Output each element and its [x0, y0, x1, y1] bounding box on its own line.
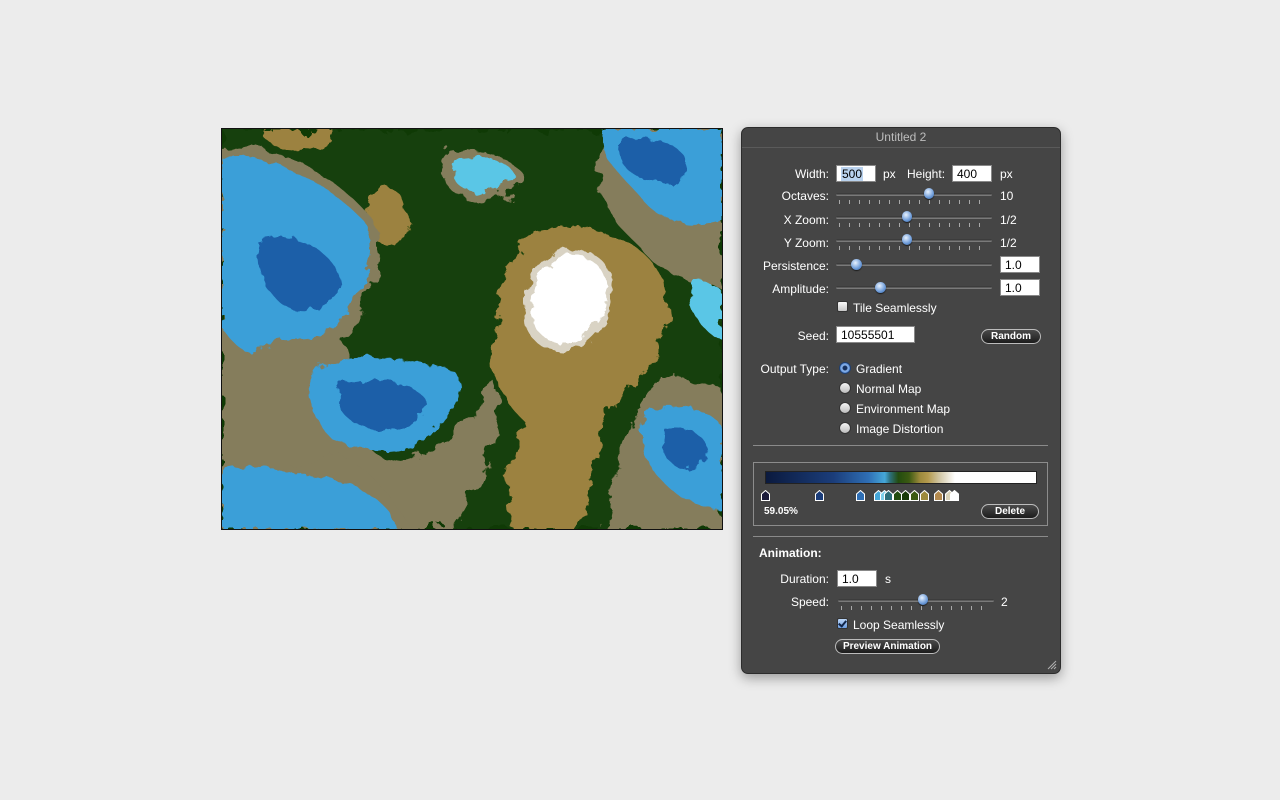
- gradient-stop-marker[interactable]: [934, 490, 943, 501]
- output-type-label: Output Type:: [760, 362, 830, 376]
- height-unit: px: [1000, 167, 1013, 181]
- terrain-render: [222, 129, 722, 529]
- image-distortion-radio[interactable]: [839, 422, 851, 434]
- gradient-editor: 59.05% Delete: [753, 462, 1048, 526]
- animation-heading: Animation:: [759, 546, 822, 560]
- x-zoom-value: 1/2: [1000, 213, 1017, 227]
- height-label: Height:: [907, 167, 946, 181]
- persistence-slider-knob[interactable]: [851, 259, 862, 270]
- terrain-preview-image: [221, 128, 723, 530]
- x-zoom-slider[interactable]: [836, 211, 992, 227]
- amplitude-slider[interactable]: [836, 281, 992, 297]
- gradient-radio[interactable]: [839, 362, 851, 374]
- window-title: Untitled 2: [875, 130, 927, 144]
- generator-panel: Untitled 2 Width: 500 px Height: 400 px …: [741, 127, 1061, 674]
- width-field[interactable]: 500: [836, 165, 876, 182]
- panel-titlebar[interactable]: Untitled 2: [742, 128, 1060, 148]
- x-zoom-slider-knob[interactable]: [902, 211, 912, 222]
- x-zoom-label: X Zoom:: [783, 213, 829, 227]
- gradient-stop-marker[interactable]: [910, 490, 919, 501]
- width-unit: px: [883, 167, 896, 181]
- persistence-field[interactable]: 1.0: [1000, 256, 1040, 273]
- environment-map-radio[interactable]: [839, 402, 851, 414]
- loop-seamlessly-label: Loop Seamlessly: [853, 618, 945, 632]
- octaves-label: Octaves:: [781, 189, 829, 203]
- gradient-stop-marker[interactable]: [761, 490, 770, 501]
- tile-seamlessly-label: Tile Seamlessly: [853, 301, 937, 315]
- amplitude-field[interactable]: 1.0: [1000, 279, 1040, 296]
- random-button[interactable]: Random: [981, 329, 1041, 344]
- speed-slider[interactable]: [838, 594, 994, 610]
- gradient-stop-marker[interactable]: [920, 490, 929, 501]
- octaves-slider-knob[interactable]: [924, 188, 934, 199]
- y-zoom-slider-knob[interactable]: [902, 234, 912, 245]
- normal-map-radio[interactable]: [839, 382, 851, 394]
- gradient-stop-marker[interactable]: [856, 490, 865, 501]
- gradient-stop-marker[interactable]: [884, 490, 893, 501]
- speed-value: 2: [1001, 595, 1008, 609]
- delete-stop-button[interactable]: Delete: [981, 504, 1039, 519]
- width-label: Width:: [794, 167, 829, 181]
- image-distortion-option-label: Image Distortion: [856, 422, 944, 436]
- loop-seamlessly-checkbox[interactable]: [837, 618, 848, 629]
- separator: [753, 445, 1048, 446]
- persistence-slider[interactable]: [836, 258, 992, 274]
- gradient-stop-marker[interactable]: [815, 490, 824, 501]
- gradient-stop-position: 59.05%: [764, 506, 798, 517]
- height-field[interactable]: 400: [952, 165, 992, 182]
- environment-map-option-label: Environment Map: [856, 402, 951, 416]
- persistence-label: Persistence:: [762, 259, 829, 273]
- preview-animation-button[interactable]: Preview Animation: [835, 639, 940, 654]
- speed-label: Speed:: [790, 595, 829, 609]
- duration-unit: s: [885, 572, 891, 586]
- gradient-option-label: Gradient: [856, 362, 903, 376]
- y-zoom-label: Y Zoom:: [783, 236, 829, 250]
- gradient-bar[interactable]: [765, 471, 1037, 484]
- amplitude-slider-knob[interactable]: [875, 282, 886, 293]
- resize-grip-icon[interactable]: [1047, 660, 1057, 670]
- gradient-stop-marker[interactable]: [901, 490, 910, 501]
- speed-slider-knob[interactable]: [918, 594, 928, 605]
- seed-field[interactable]: 10555501: [836, 326, 915, 343]
- octaves-value: 10: [1000, 189, 1014, 203]
- amplitude-label: Amplitude:: [772, 282, 829, 296]
- tile-seamlessly-checkbox[interactable]: [837, 301, 848, 312]
- y-zoom-slider[interactable]: [836, 234, 992, 250]
- duration-label: Duration:: [780, 572, 829, 586]
- duration-field[interactable]: 1.0: [837, 570, 877, 587]
- normal-map-option-label: Normal Map: [856, 382, 922, 396]
- y-zoom-value: 1/2: [1000, 236, 1017, 250]
- octaves-slider[interactable]: [836, 188, 992, 204]
- gradient-stop-marker[interactable]: [950, 490, 959, 501]
- seed-label: Seed:: [797, 329, 829, 343]
- separator: [753, 536, 1048, 537]
